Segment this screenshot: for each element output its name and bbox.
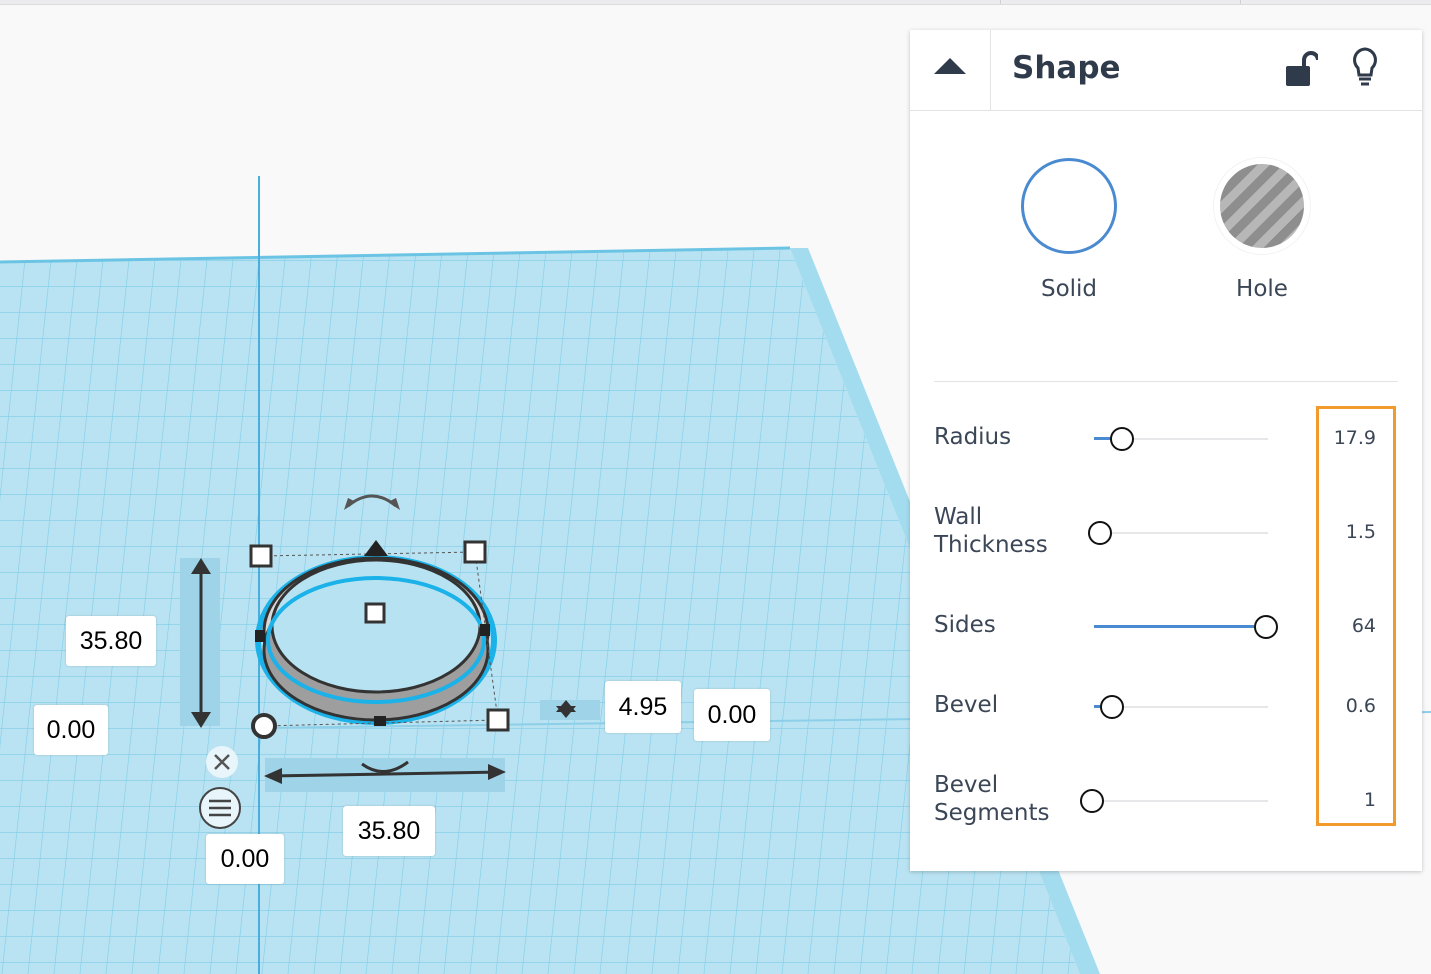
dimension-length-input[interactable]: 4.95 (605, 681, 681, 733)
corner-handle[interactable] (249, 544, 273, 568)
panel-divider (934, 381, 1398, 382)
bevel-slider-knob[interactable] (1100, 695, 1124, 719)
side-handle[interactable] (480, 624, 490, 636)
param-label-bevel: Bevel (934, 692, 999, 718)
ring-shape[interactable] (255, 555, 497, 725)
corner-handle[interactable] (486, 708, 510, 732)
collapse-up-icon (934, 58, 966, 74)
dimension-x-input[interactable]: 0.00 (206, 834, 284, 884)
side-handle[interactable] (255, 630, 265, 642)
values-highlight-box (1316, 406, 1396, 826)
lock-open-icon[interactable] (1284, 50, 1318, 90)
hole-swatch[interactable] (1214, 158, 1310, 254)
dimension-elevation-input[interactable]: 0.00 (34, 705, 108, 755)
sides-slider-knob[interactable] (1254, 615, 1278, 639)
hole-label: Hole (1236, 276, 1288, 302)
wall-thickness-slider-knob[interactable] (1088, 521, 1112, 545)
sides-slider-fill (1094, 625, 1254, 628)
solid-option[interactable]: Solid (1014, 158, 1124, 302)
param-label-sides: Sides (934, 612, 996, 638)
bevel-segments-slider-knob[interactable] (1080, 789, 1104, 813)
radius-slider-knob[interactable] (1110, 427, 1134, 451)
wall-thickness-slider-track[interactable] (1094, 532, 1268, 534)
bevel-segments-slider-track[interactable] (1094, 800, 1268, 802)
collapse-button[interactable] (910, 30, 991, 110)
center-handle[interactable] (364, 602, 386, 624)
param-label-wall-thickness: Wall Thickness (934, 504, 1048, 558)
dimension-height-input[interactable]: 35.80 (66, 616, 156, 666)
corner-handle[interactable] (463, 540, 487, 564)
dimension-width-input[interactable]: 35.80 (343, 806, 435, 856)
param-label-bevel-segments: Bevel Segments (934, 772, 1050, 826)
hole-option[interactable]: Hole (1207, 158, 1317, 302)
param-label-radius: Radius (934, 424, 1012, 450)
solid-swatch[interactable] (1021, 158, 1117, 254)
dimension-offset-input[interactable]: 0.00 (694, 689, 770, 741)
corner-handle-origin[interactable] (251, 713, 277, 739)
solid-label: Solid (1040, 276, 1098, 302)
inspector-header: Shape (910, 30, 1422, 111)
lightbulb-icon[interactable] (1350, 46, 1380, 90)
side-handle[interactable] (374, 716, 386, 726)
inspector-title: Shape (1012, 50, 1121, 86)
